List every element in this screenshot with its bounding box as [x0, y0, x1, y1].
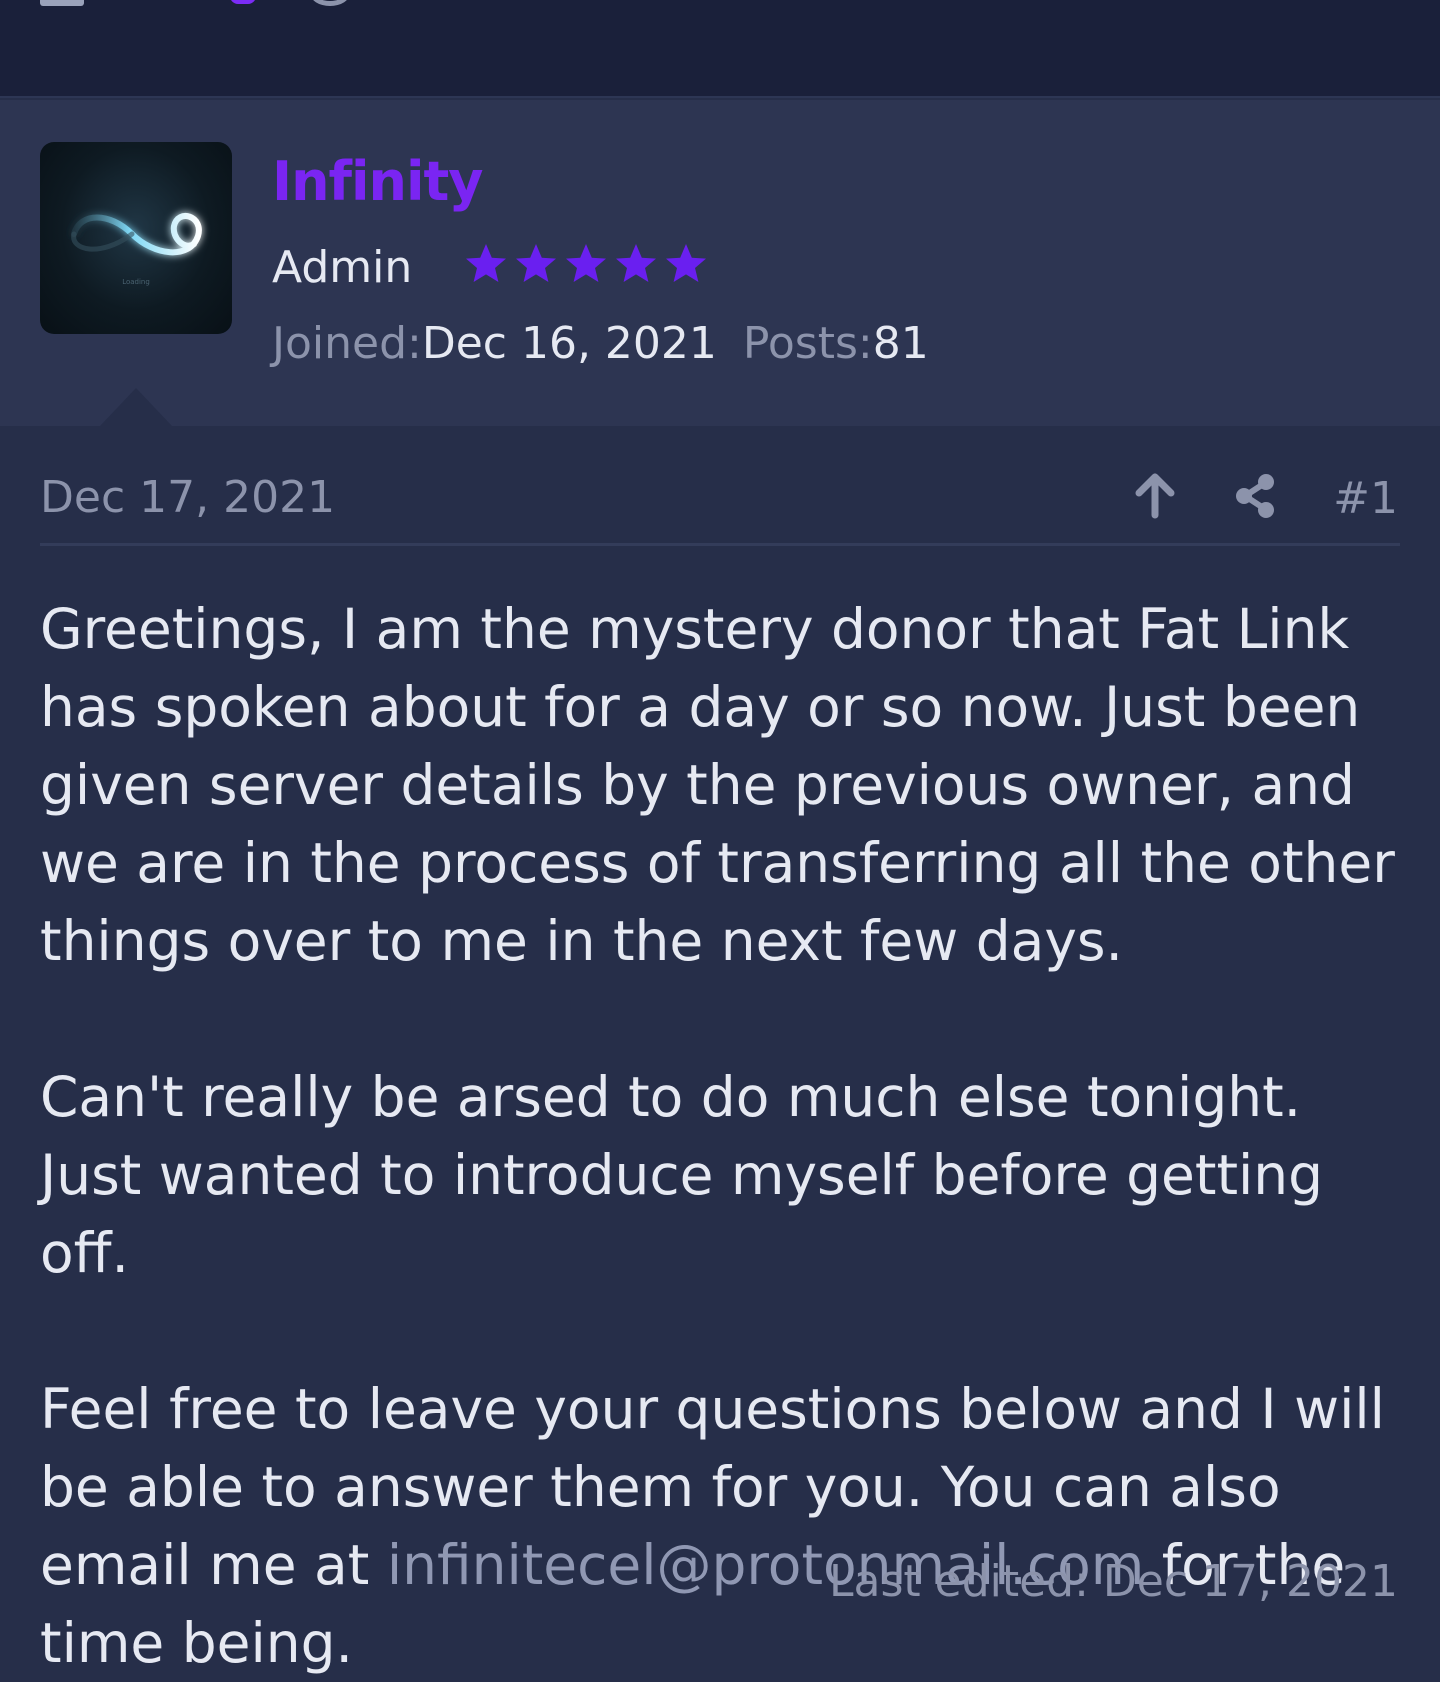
avatar-caption: Loading — [122, 278, 150, 286]
user-role: Admin — [272, 242, 413, 293]
post-paragraph: Feel free to leave your questions below … — [40, 1377, 1385, 1675]
star-icon — [616, 244, 656, 282]
last-edited-note: Last edited: Dec 17, 2021 — [829, 1556, 1398, 1607]
star-icon — [666, 244, 706, 282]
infinity-logo-icon: Loading — [71, 213, 202, 286]
post-header: Dec 17, 2021 #1 — [40, 470, 1400, 546]
upvote-icon[interactable] — [1133, 473, 1177, 523]
rating-stars — [462, 236, 710, 296]
author-pointer-arrow — [100, 388, 172, 426]
user-stats: Joined:Dec 16, 2021 Posts:81 — [272, 318, 929, 369]
posts-label: Posts: — [742, 318, 873, 369]
star-icon — [566, 244, 606, 282]
menu-icon[interactable] — [40, 0, 84, 6]
star-icon — [516, 244, 556, 282]
star-icon — [466, 244, 506, 282]
post-date[interactable]: Dec 17, 2021 — [40, 472, 335, 523]
username-link[interactable]: Infinity — [272, 150, 484, 213]
share-icon[interactable] — [1233, 472, 1277, 524]
post-paragraph: Can't really be arsed to do much else to… — [40, 1065, 1324, 1285]
avatar[interactable]: Loading — [40, 142, 232, 334]
joined-label: Joined: — [272, 318, 422, 369]
post-content: Greetings, I am the mystery donor that F… — [40, 590, 1410, 1682]
post-number-link[interactable]: #1 — [1333, 473, 1398, 524]
posts-count: 81 — [872, 318, 929, 369]
post-paragraph: Greetings, I am the mystery donor that F… — [40, 597, 1395, 973]
joined-date: Dec 16, 2021 — [421, 318, 717, 369]
post-author-block: Loading Infinity Admin Joined:Dec 16, 20… — [0, 100, 1440, 426]
nav-link-fragment[interactable] — [230, 0, 256, 4]
clock-icon — [310, 0, 350, 6]
post-actions: #1 — [1133, 470, 1398, 526]
top-navigation-bar — [0, 0, 1440, 98]
